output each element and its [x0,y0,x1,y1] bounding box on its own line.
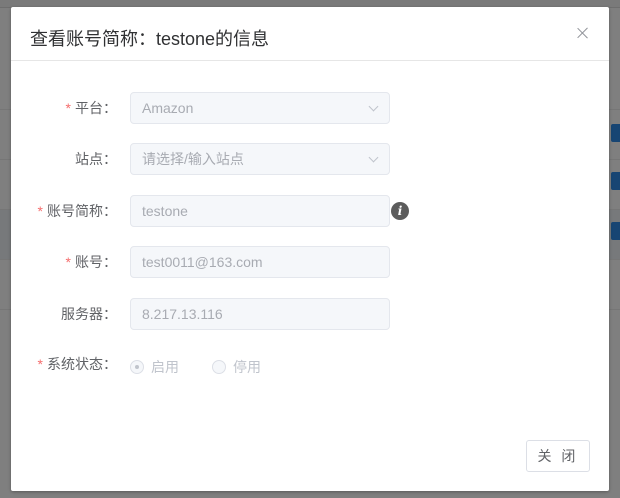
dialog-title: 查看账号简称：testone的信息 [30,29,270,49]
close-button[interactable]: 关 闭 [526,440,590,472]
account-input[interactable]: test0011@163.com [130,246,390,278]
account-value: test0011@163.com [142,254,263,270]
status-label: * 系统状态： [38,348,117,380]
account-alias-input[interactable]: testone [130,195,390,227]
form-row-site: 站点： 请选择/输入站点 [11,143,609,175]
account-alias-label-text: 账号简称： [47,203,117,219]
form-row-status: * 系统状态： 启用 停用 [11,348,609,380]
required-asterisk: * [65,254,71,270]
site-placeholder: 请选择/输入站点 [142,151,244,167]
platform-select[interactable]: Amazon [130,92,390,124]
required-asterisk: * [37,356,43,372]
account-alias-label: * 账号简称： [38,195,117,227]
status-radio-disabled[interactable]: 停用 [212,357,261,377]
dialog-header: 查看账号简称：testone的信息 [11,7,609,61]
form-row-server: 服务器： 8.217.13.116 [11,298,609,330]
status-option-label: 启用 [151,359,179,375]
platform-label-text: 平台： [75,100,117,116]
required-asterisk: * [37,203,43,219]
server-input[interactable]: 8.217.13.116 [130,298,390,330]
close-icon[interactable] [575,25,591,41]
info-icon[interactable]: i [391,202,409,220]
account-info-dialog: 查看账号简称：testone的信息 * 平台： Amazon 站点： 请选择/输入… [11,7,609,491]
radio-unselected-icon [212,360,226,374]
status-option-label: 停用 [233,359,261,375]
account-label: * 账号： [66,246,117,278]
radio-selected-icon [130,360,144,374]
server-value: 8.217.13.116 [142,306,223,322]
form-row-platform: * 平台： Amazon [11,92,609,124]
account-label-text: 账号： [75,254,117,270]
required-asterisk: * [65,100,71,116]
site-select[interactable]: 请选择/输入站点 [130,143,390,175]
server-label: 服务器： [61,306,117,322]
form-row-account: * 账号： test0011@163.com [11,246,609,278]
status-label-text: 系统状态： [47,356,117,372]
account-alias-value: testone [142,203,188,219]
status-radio-enabled[interactable]: 启用 [130,357,179,377]
chevron-down-icon [368,152,379,163]
chevron-down-icon [368,101,379,112]
platform-label: * 平台： [66,92,117,124]
platform-value: Amazon [142,100,194,116]
site-label: 站点： [75,151,117,167]
form-row-account-alias: * 账号简称： testone i [11,195,609,227]
